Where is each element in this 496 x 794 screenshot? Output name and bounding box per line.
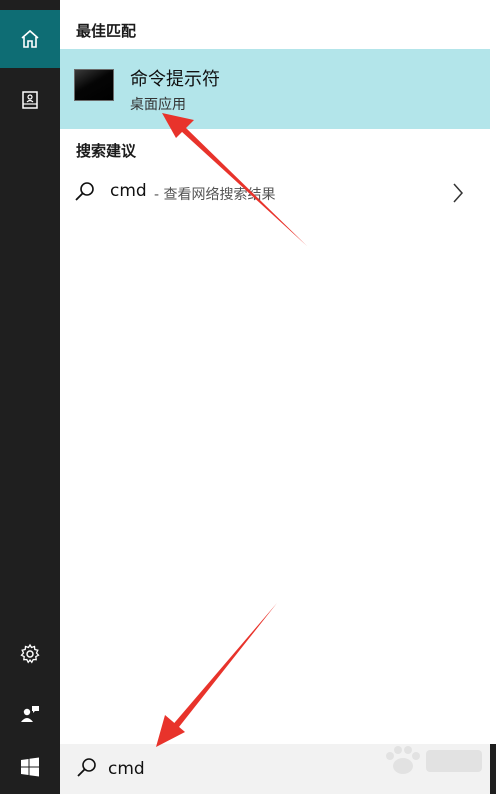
suggestion-item[interactable]: cmd - 查看网络搜索结果 [60,172,490,214]
home-icon [21,29,39,48]
home-button[interactable] [0,10,60,68]
chevron-right-icon[interactable] [452,182,464,204]
settings-button[interactable] [0,624,60,684]
best-match-app-name: 命令提示符 [130,69,220,90]
search-input[interactable] [108,756,468,782]
command-prompt-icon [74,69,114,101]
search-icon [77,758,96,777]
best-match-app-type: 桌面应用 [130,97,186,113]
start-button[interactable] [0,740,60,794]
feedback-icon [21,706,39,722]
suggestion-query: cmd [110,181,147,201]
search-icon [75,182,94,201]
suggestion-description: - 查看网络搜索结果 [154,187,276,203]
notebook-button[interactable] [0,70,60,130]
suggestions-header: 搜索建议 [76,142,137,160]
search-results-panel: 最佳匹配 命令提示符 桌面应用 搜索建议 cmd - 查看网络搜索结果 [60,0,490,744]
right-edge-strip [490,744,496,794]
search-box[interactable] [60,744,490,794]
best-match-item[interactable]: 命令提示符 桌面应用 [60,49,490,129]
gear-icon [20,643,40,664]
best-match-header: 最佳匹配 [76,22,137,40]
notebook-icon [22,91,38,109]
start-menu-rail [0,0,60,794]
feedback-button[interactable] [0,684,60,744]
windows-icon [21,757,39,777]
